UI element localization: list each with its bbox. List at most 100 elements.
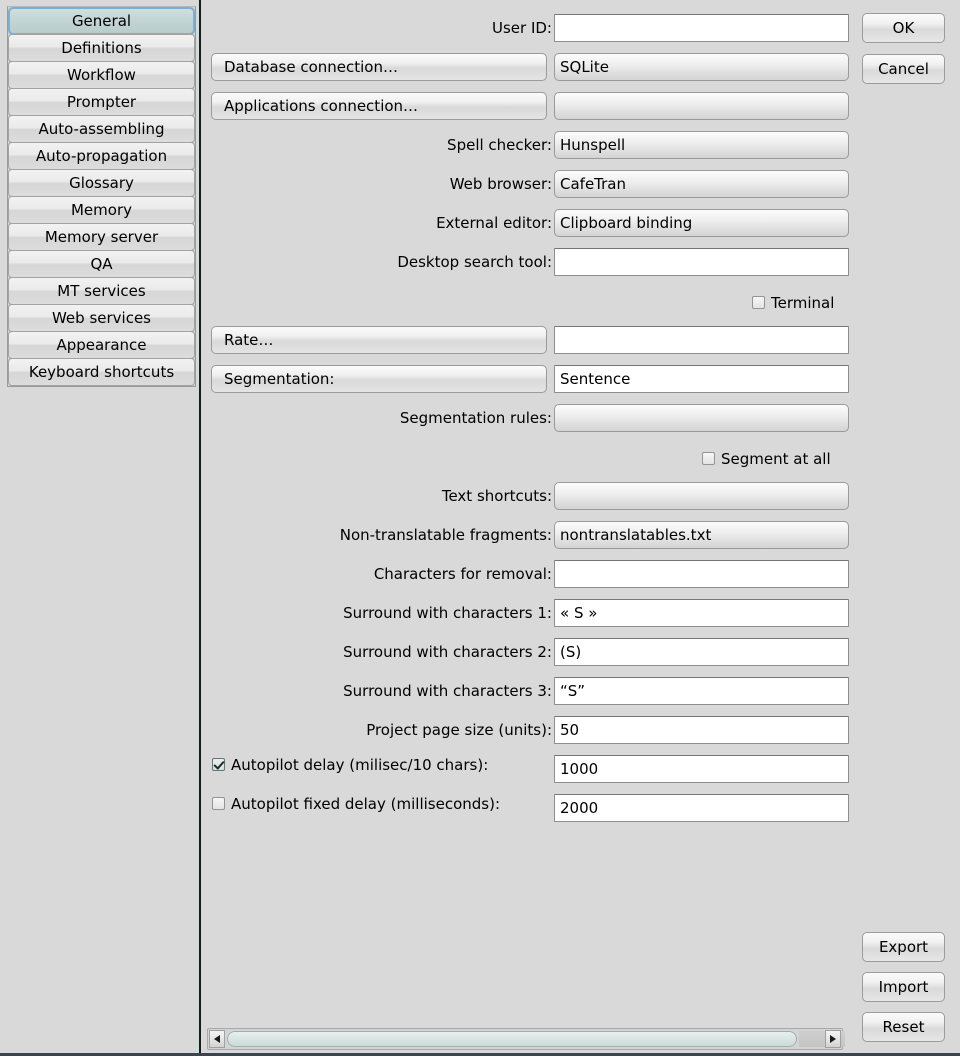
sidebar-item-keyboard-shortcuts[interactable]: Keyboard shortcuts	[8, 358, 195, 386]
sidebar-item-auto-assembling[interactable]: Auto-assembling	[8, 115, 195, 143]
sidebar-item-definitions[interactable]: Definitions	[8, 34, 195, 62]
surround-2-input[interactable]: (S)	[554, 638, 849, 666]
sidebar-item-memory-server[interactable]: Memory server	[8, 223, 195, 251]
sidebar-item-label: Glossary	[69, 174, 134, 192]
sidebar-item-label: Memory server	[44, 228, 159, 246]
database-connection-value[interactable]: SQLite	[554, 53, 849, 81]
row-autopilot-delay: Autopilot delay (milisec/10 chars): 1000	[201, 755, 849, 785]
rate-button[interactable]: Rate…	[211, 326, 547, 354]
row-surround-2: Surround with characters 2: (S)	[201, 638, 849, 668]
segment-at-all-checkbox-row[interactable]: Segment at all	[702, 449, 831, 477]
segmentation-value[interactable]: Sentence	[554, 365, 849, 393]
characters-for-removal-label: Characters for removal:	[373, 565, 552, 583]
sidebar-item-label: MT services	[57, 282, 146, 300]
project-page-size-label: Project page size (units):	[366, 721, 552, 739]
export-button[interactable]: Export	[862, 932, 945, 962]
sidebar-item-label: QA	[90, 255, 113, 273]
sidebar-item-label: Prompter	[66, 93, 137, 111]
non-translatable-fragments-label: Non-translatable fragments:	[339, 526, 552, 544]
web-browser-label: Web browser:	[449, 175, 552, 193]
import-button[interactable]: Import	[862, 972, 945, 1002]
scroll-right-arrow-button[interactable]	[825, 1030, 841, 1048]
sidebar-item-memory[interactable]: Memory	[8, 196, 195, 224]
chevron-right-icon	[830, 1035, 836, 1043]
settings-form-viewport: User ID: Database connection… SQLite App…	[201, 0, 849, 1020]
characters-for-removal-input[interactable]	[554, 560, 849, 588]
non-translatable-fragments-select[interactable]: nontranslatables.txt	[554, 521, 849, 549]
row-applications-connection: Applications connection…	[201, 92, 849, 122]
horizontal-scrollbar[interactable]	[207, 1028, 845, 1050]
row-rate: Rate…	[201, 326, 849, 356]
scroll-left-arrow-button[interactable]	[209, 1030, 225, 1048]
autopilot-fixed-delay-label: Autopilot fixed delay (milliseconds):	[231, 794, 500, 813]
autopilot-fixed-delay-input[interactable]: 2000	[554, 794, 849, 822]
row-characters-for-removal: Characters for removal:	[201, 560, 849, 590]
sidebar-item-appearance[interactable]: Appearance	[8, 331, 195, 359]
user-id-label: User ID:	[492, 19, 552, 37]
autopilot-delay-checkbox-row[interactable]: Autopilot delay (milisec/10 chars):	[212, 755, 488, 783]
applications-connection-value[interactable]	[554, 92, 849, 120]
surround-2-label: Surround with characters 2:	[343, 643, 552, 661]
cancel-button[interactable]: Cancel	[862, 54, 945, 84]
sidebar-item-mt-services[interactable]: MT services	[8, 277, 195, 305]
rate-input[interactable]	[554, 326, 849, 354]
sidebar-item-workflow[interactable]: Workflow	[8, 61, 195, 89]
sidebar-item-prompter[interactable]: Prompter	[8, 88, 195, 116]
sidebar-item-label: General	[71, 12, 132, 30]
spell-checker-select[interactable]: Hunspell	[554, 131, 849, 159]
row-web-browser: Web browser: CafeTran	[201, 170, 849, 200]
applications-connection-button[interactable]: Applications connection…	[211, 92, 547, 120]
row-autopilot-fixed-delay: Autopilot fixed delay (milliseconds): 20…	[201, 794, 849, 824]
terminal-checkbox[interactable]	[752, 296, 765, 309]
settings-content-panel: User ID: Database connection… SQLite App…	[201, 0, 960, 1056]
sidebar-item-label: Keyboard shortcuts	[28, 363, 175, 381]
desktop-search-tool-label: Desktop search tool:	[397, 253, 552, 271]
surround-1-input[interactable]: « S »	[554, 599, 849, 627]
row-spell-checker: Spell checker: Hunspell	[201, 131, 849, 161]
autopilot-fixed-delay-checkbox[interactable]	[212, 797, 225, 810]
autopilot-fixed-delay-checkbox-row[interactable]: Autopilot fixed delay (milliseconds):	[212, 794, 500, 822]
sidebar-item-label: Memory	[70, 201, 132, 219]
autopilot-delay-input[interactable]: 1000	[554, 755, 849, 783]
autopilot-delay-checkbox[interactable]	[212, 758, 225, 771]
row-segmentation: Segmentation: Sentence	[201, 365, 849, 395]
reset-button[interactable]: Reset	[862, 1012, 945, 1042]
segmentation-rules-label: Segmentation rules:	[399, 409, 552, 427]
row-external-editor: External editor: Clipboard binding	[201, 209, 849, 239]
sidebar-nav-list: General Definitions Workflow Prompter Au…	[7, 6, 196, 387]
web-browser-select[interactable]: CafeTran	[554, 170, 849, 198]
segment-at-all-checkbox[interactable]	[702, 452, 715, 465]
sidebar-item-label: Appearance	[56, 336, 147, 354]
autopilot-delay-label: Autopilot delay (milisec/10 chars):	[231, 755, 489, 774]
row-surround-1: Surround with characters 1: « S »	[201, 599, 849, 629]
row-surround-3: Surround with characters 3: “S”	[201, 677, 849, 707]
external-editor-select[interactable]: Clipboard binding	[554, 209, 849, 237]
desktop-search-tool-input[interactable]	[554, 248, 849, 276]
sidebar-item-auto-propagation[interactable]: Auto-propagation	[8, 142, 195, 170]
segmentation-button[interactable]: Segmentation:	[211, 365, 547, 393]
sidebar: General Definitions Workflow Prompter Au…	[0, 0, 196, 1056]
sidebar-item-label: Auto-assembling	[38, 120, 165, 138]
sidebar-item-web-services[interactable]: Web services	[8, 304, 195, 332]
surround-1-label: Surround with characters 1:	[343, 604, 552, 622]
external-editor-label: External editor:	[436, 214, 552, 232]
row-project-page-size: Project page size (units): 50	[201, 716, 849, 746]
row-text-shortcuts: Text shortcuts:	[201, 482, 849, 512]
sidebar-item-glossary[interactable]: Glossary	[8, 169, 195, 197]
ok-button[interactable]: OK	[862, 13, 945, 43]
chevron-left-icon	[214, 1035, 220, 1043]
segmentation-rules-select[interactable]	[554, 404, 849, 432]
project-page-size-input[interactable]: 50	[554, 716, 849, 744]
database-connection-button[interactable]: Database connection…	[211, 53, 547, 81]
sidebar-item-label: Web services	[51, 309, 152, 327]
user-id-input[interactable]	[554, 14, 849, 42]
segment-at-all-label: Segment at all	[721, 449, 831, 468]
horizontal-scrollbar-thumb[interactable]	[227, 1031, 797, 1047]
text-shortcuts-select[interactable]	[554, 482, 849, 510]
sidebar-item-qa[interactable]: QA	[8, 250, 195, 278]
row-segmentation-rules: Segmentation rules:	[201, 404, 849, 434]
surround-3-input[interactable]: “S”	[554, 677, 849, 705]
terminal-checkbox-row[interactable]: Terminal	[752, 293, 834, 321]
row-database-connection: Database connection… SQLite	[201, 53, 849, 83]
sidebar-item-general[interactable]: General	[8, 7, 195, 35]
